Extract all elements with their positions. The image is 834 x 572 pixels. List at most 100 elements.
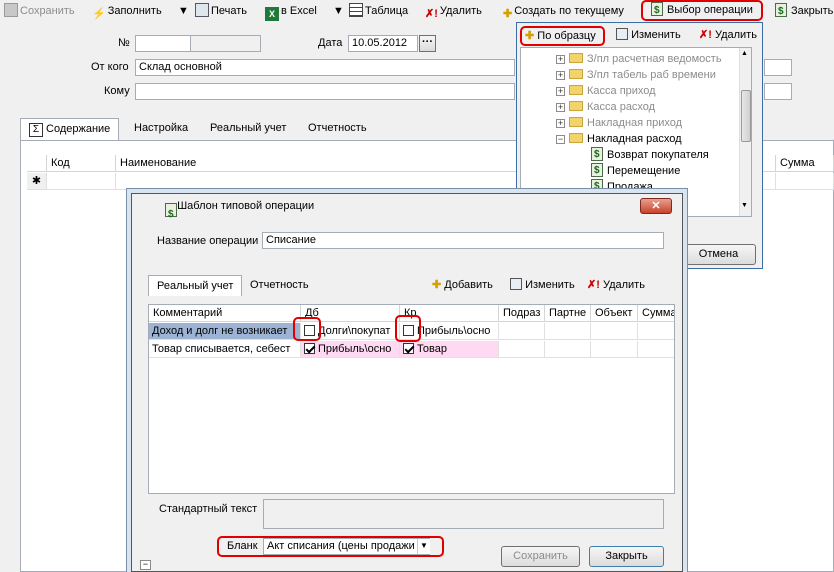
row2-partner-cell[interactable] (545, 341, 591, 358)
sigma-icon: Σ (29, 123, 43, 137)
number-field[interactable] (135, 35, 191, 52)
tree-item-customer-return[interactable]: Возврат покупателя (591, 147, 709, 163)
open-folder-icon (569, 133, 583, 143)
row2-object-cell[interactable] (591, 341, 638, 358)
row1-subdiv-cell[interactable] (499, 323, 545, 340)
tab-real-accounting[interactable]: Реальный учет (202, 118, 294, 140)
from-field-end[interactable] (764, 59, 792, 76)
select-operation-button[interactable]: Выбор операции (641, 0, 763, 21)
dlg-tab-real-accounting[interactable]: Реальный учет (148, 275, 243, 296)
printer-icon (195, 3, 209, 17)
to-field-end[interactable] (764, 83, 792, 100)
blank-dropdown-arrow[interactable]: ▼ (417, 539, 430, 554)
db-checkbox-highlight (293, 317, 321, 341)
op-name-field[interactable]: Списание (262, 232, 664, 249)
popup-cancel-button[interactable]: Отмена (681, 244, 756, 265)
add-icon: ✚ (525, 30, 535, 42)
fill-dropdown-arrow[interactable]: ▼ (178, 2, 189, 20)
number-suffix-field[interactable] (190, 35, 261, 52)
row2-comment-cell[interactable]: Товар списывается, себест (149, 341, 301, 358)
dlg-edit-button[interactable]: Изменить (510, 278, 575, 291)
lightning-icon: ⚡ (92, 8, 106, 20)
dialog-title: Шаблон типовой операции (177, 200, 315, 212)
date-picker-button[interactable]: ··· (419, 35, 436, 52)
col-header-object[interactable]: Объект (591, 305, 638, 322)
kr-checkbox-highlight (395, 315, 421, 342)
excel-button[interactable]: Xв Excel (265, 2, 317, 21)
scroll-down-arrow[interactable]: ▼ (741, 202, 748, 209)
new-row-sum-cell[interactable] (776, 173, 834, 190)
collapse-icon[interactable]: − (556, 135, 565, 144)
row1-object-cell[interactable] (591, 323, 638, 340)
collapse-icon[interactable]: − (140, 560, 151, 570)
expand-icon[interactable]: + (556, 103, 565, 112)
grid-header-sum[interactable]: Сумма (776, 155, 834, 172)
std-text-field[interactable] (263, 499, 664, 529)
save-icon (4, 3, 18, 17)
close-button[interactable]: Закрыть (775, 2, 833, 21)
row2-subdiv-cell[interactable] (499, 341, 545, 358)
tab-reporting[interactable]: Отчетность (300, 118, 375, 140)
dlg-save-button[interactable]: Сохранить (501, 546, 580, 567)
blank-label: Бланк (227, 540, 258, 552)
print-button[interactable]: Печать (195, 2, 247, 20)
tab-settings[interactable]: Настройка (126, 118, 196, 140)
col-header-comment[interactable]: Комментарий (149, 305, 301, 322)
row2-kr-checkbox[interactable] (403, 343, 414, 354)
operation-doc-icon (591, 147, 603, 163)
popup-delete-button[interactable]: ✗! Удалить (699, 28, 757, 41)
expand-icon[interactable]: + (556, 55, 565, 64)
by-sample-button[interactable]: ✚ По образцу (520, 26, 605, 46)
close-doc-icon (775, 3, 787, 21)
excel-dropdown-arrow[interactable]: ▼ (333, 2, 344, 20)
col-header-subdiv[interactable]: Подраз (499, 305, 545, 322)
row2-db-checkbox[interactable] (304, 343, 315, 354)
tree-item-invoice-out[interactable]: − Накладная расход (556, 131, 682, 147)
row2-db-cell[interactable]: Прибыль\осно (301, 341, 400, 358)
blank-select[interactable]: Акт списания (цены продажи (263, 538, 430, 555)
to-field[interactable] (135, 83, 515, 100)
tree-item-timesheet[interactable]: + З/пл табель раб времени (556, 67, 716, 83)
delete-button[interactable]: ✗! Удалить (425, 2, 482, 20)
tab-content[interactable]: Σ Содержание (20, 118, 120, 140)
grid-header-code[interactable]: Код (47, 155, 116, 172)
date-field[interactable]: 10.05.2012 (348, 35, 418, 52)
tree-item-cash-out[interactable]: + Касса расход (556, 99, 655, 115)
row1-comment-cell[interactable]: Доход и долг не возникает (149, 323, 301, 340)
scroll-up-arrow[interactable]: ▲ (741, 50, 748, 57)
tree-item-cash-in[interactable]: + Касса приход (556, 83, 656, 99)
fill-button[interactable]: ⚡ Заполнить (92, 2, 162, 20)
dlg-delete-button[interactable]: ✗! Удалить (587, 278, 645, 291)
expand-icon[interactable]: + (556, 119, 565, 128)
create-by-current-button[interactable]: ✚ Создать по текущему (503, 2, 624, 20)
tree-item-invoice-in[interactable]: + Накладная приход (556, 115, 682, 131)
std-text-label: Стандартный текст (159, 503, 258, 515)
grid-row-header (27, 155, 47, 172)
expand-icon[interactable]: + (556, 87, 565, 96)
date-label: Дата (318, 37, 343, 49)
delete-x-icon: ✗! (587, 279, 600, 291)
tree-item-payroll-statement[interactable]: + З/пл расчетная ведомость (556, 51, 722, 67)
row1-sum-cell[interactable] (638, 323, 674, 340)
save-button[interactable]: Сохранить (4, 2, 75, 20)
dialog-close-icon[interactable]: ✕ (640, 198, 672, 214)
col-header-sum[interactable]: Сумма (638, 305, 674, 322)
row1-partner-cell[interactable] (545, 323, 591, 340)
new-row-code-cell[interactable] (47, 173, 116, 190)
dlg-add-button[interactable]: ✚ Добавить (432, 278, 493, 291)
expand-icon[interactable]: + (556, 71, 565, 80)
popup-edit-button[interactable]: Изменить (616, 28, 681, 41)
dlg-close-button[interactable]: Закрыть (589, 546, 664, 567)
col-header-partner[interactable]: Партне (545, 305, 591, 322)
operation-tree: + З/пл расчетная ведомость + З/пл табель р… (520, 47, 752, 217)
table-icon (349, 3, 363, 17)
row2-kr-cell[interactable]: Товар (400, 341, 499, 358)
from-field[interactable]: Склад основной (135, 59, 515, 76)
scroll-thumb[interactable] (741, 90, 751, 142)
table-button[interactable]: Таблица (349, 2, 408, 20)
delete-x-icon: ✗! (699, 29, 712, 41)
row2-sum-cell[interactable] (638, 341, 674, 358)
tree-item-transfer[interactable]: Перемещение (591, 163, 680, 179)
dlg-tab-reporting[interactable]: Отчетность (242, 275, 317, 297)
tree-scrollbar[interactable]: ▲ ▼ (739, 48, 751, 216)
